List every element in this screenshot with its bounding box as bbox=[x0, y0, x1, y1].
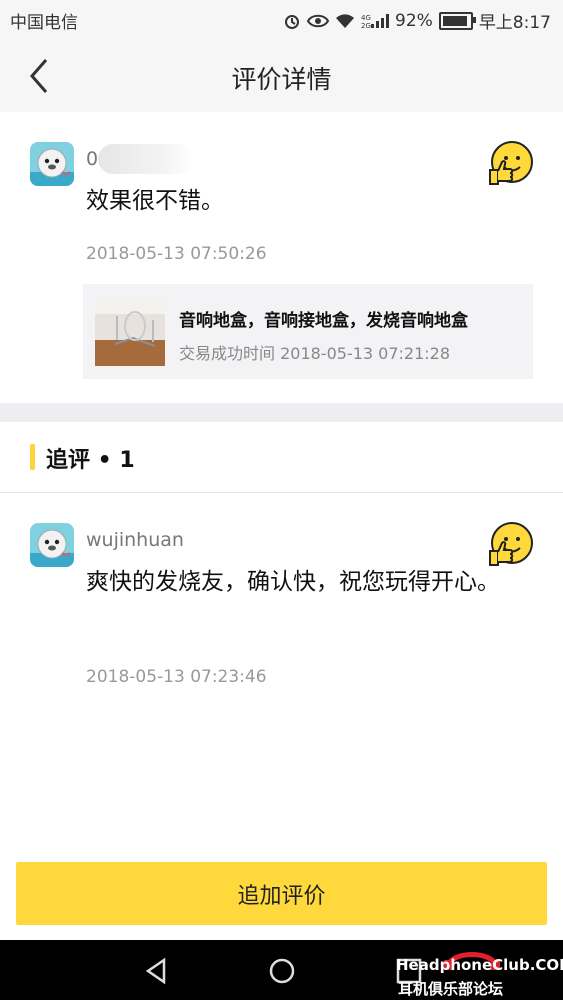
home-circle-icon[interactable] bbox=[265, 954, 299, 988]
product-name: 音响地盒，音响接地盒，发烧音响地盒 bbox=[179, 311, 468, 331]
system-nav-bar: HeadphoneClub.COM 耳机俱乐部论坛 bbox=[0, 940, 563, 1000]
product-thumbnail bbox=[95, 296, 165, 366]
top-nav: 评价详情 bbox=[0, 38, 563, 112]
svg-text:2G: 2G bbox=[361, 22, 371, 29]
alarm-icon bbox=[285, 14, 300, 29]
wifi-icon bbox=[336, 13, 355, 28]
review-content: 效果很不错。 bbox=[86, 188, 224, 214]
page-title: 评价详情 bbox=[231, 65, 332, 94]
battery-icon bbox=[438, 11, 476, 30]
review-date: 2018-05-13 07:50:26 bbox=[86, 244, 267, 264]
back-triangle-icon[interactable] bbox=[140, 954, 174, 988]
section-accent-bar bbox=[30, 444, 35, 470]
reviewer-name: 0 bbox=[86, 148, 99, 170]
followup-content: 爽快的发烧友，确认快，祝您玩得开心。 bbox=[86, 569, 500, 595]
carrier-label: 中国电信 bbox=[10, 13, 78, 33]
signal-icon: 4G 2G bbox=[361, 13, 390, 29]
followup-title: 追评 • 1 bbox=[46, 448, 135, 473]
status-bar: 中国电信 4G 2G 92% 早上8:17 bbox=[0, 0, 563, 38]
section-divider bbox=[0, 403, 563, 422]
watermark: HeadphoneClub.COM 耳机俱乐部论坛 bbox=[394, 942, 563, 998]
blurred-name-mask bbox=[98, 144, 193, 174]
followup-header: 追评 • 1 bbox=[0, 422, 563, 493]
watermark-brand: HeadphoneClub.COM bbox=[396, 956, 563, 974]
followup-username: wujinhuan bbox=[86, 529, 184, 551]
battery-percent: 92% bbox=[395, 10, 433, 31]
status-icons: 4G 2G 92% 早上8:17 bbox=[283, 8, 551, 33]
followup-card: wujinhuan 爽快的发烧友，确认快，祝您玩得开心。 2018-05-13 … bbox=[0, 493, 563, 793]
watermark-cn: 耳机俱乐部论坛 bbox=[398, 980, 504, 998]
followup-date: 2018-05-13 07:23:46 bbox=[86, 667, 267, 687]
eye-icon bbox=[307, 14, 330, 27]
svg-text:4G: 4G bbox=[361, 14, 371, 22]
product-trade-time: 交易成功时间 2018-05-13 07:21:28 bbox=[179, 344, 451, 363]
clock: 早上8:17 bbox=[478, 13, 551, 33]
avatar[interactable] bbox=[30, 523, 74, 567]
add-review-button[interactable]: 追加评价 bbox=[16, 862, 547, 925]
avatar[interactable] bbox=[30, 142, 74, 186]
product-card[interactable]: 音响地盒，音响接地盒，发烧音响地盒 交易成功时间 2018-05-13 07:2… bbox=[83, 284, 533, 379]
